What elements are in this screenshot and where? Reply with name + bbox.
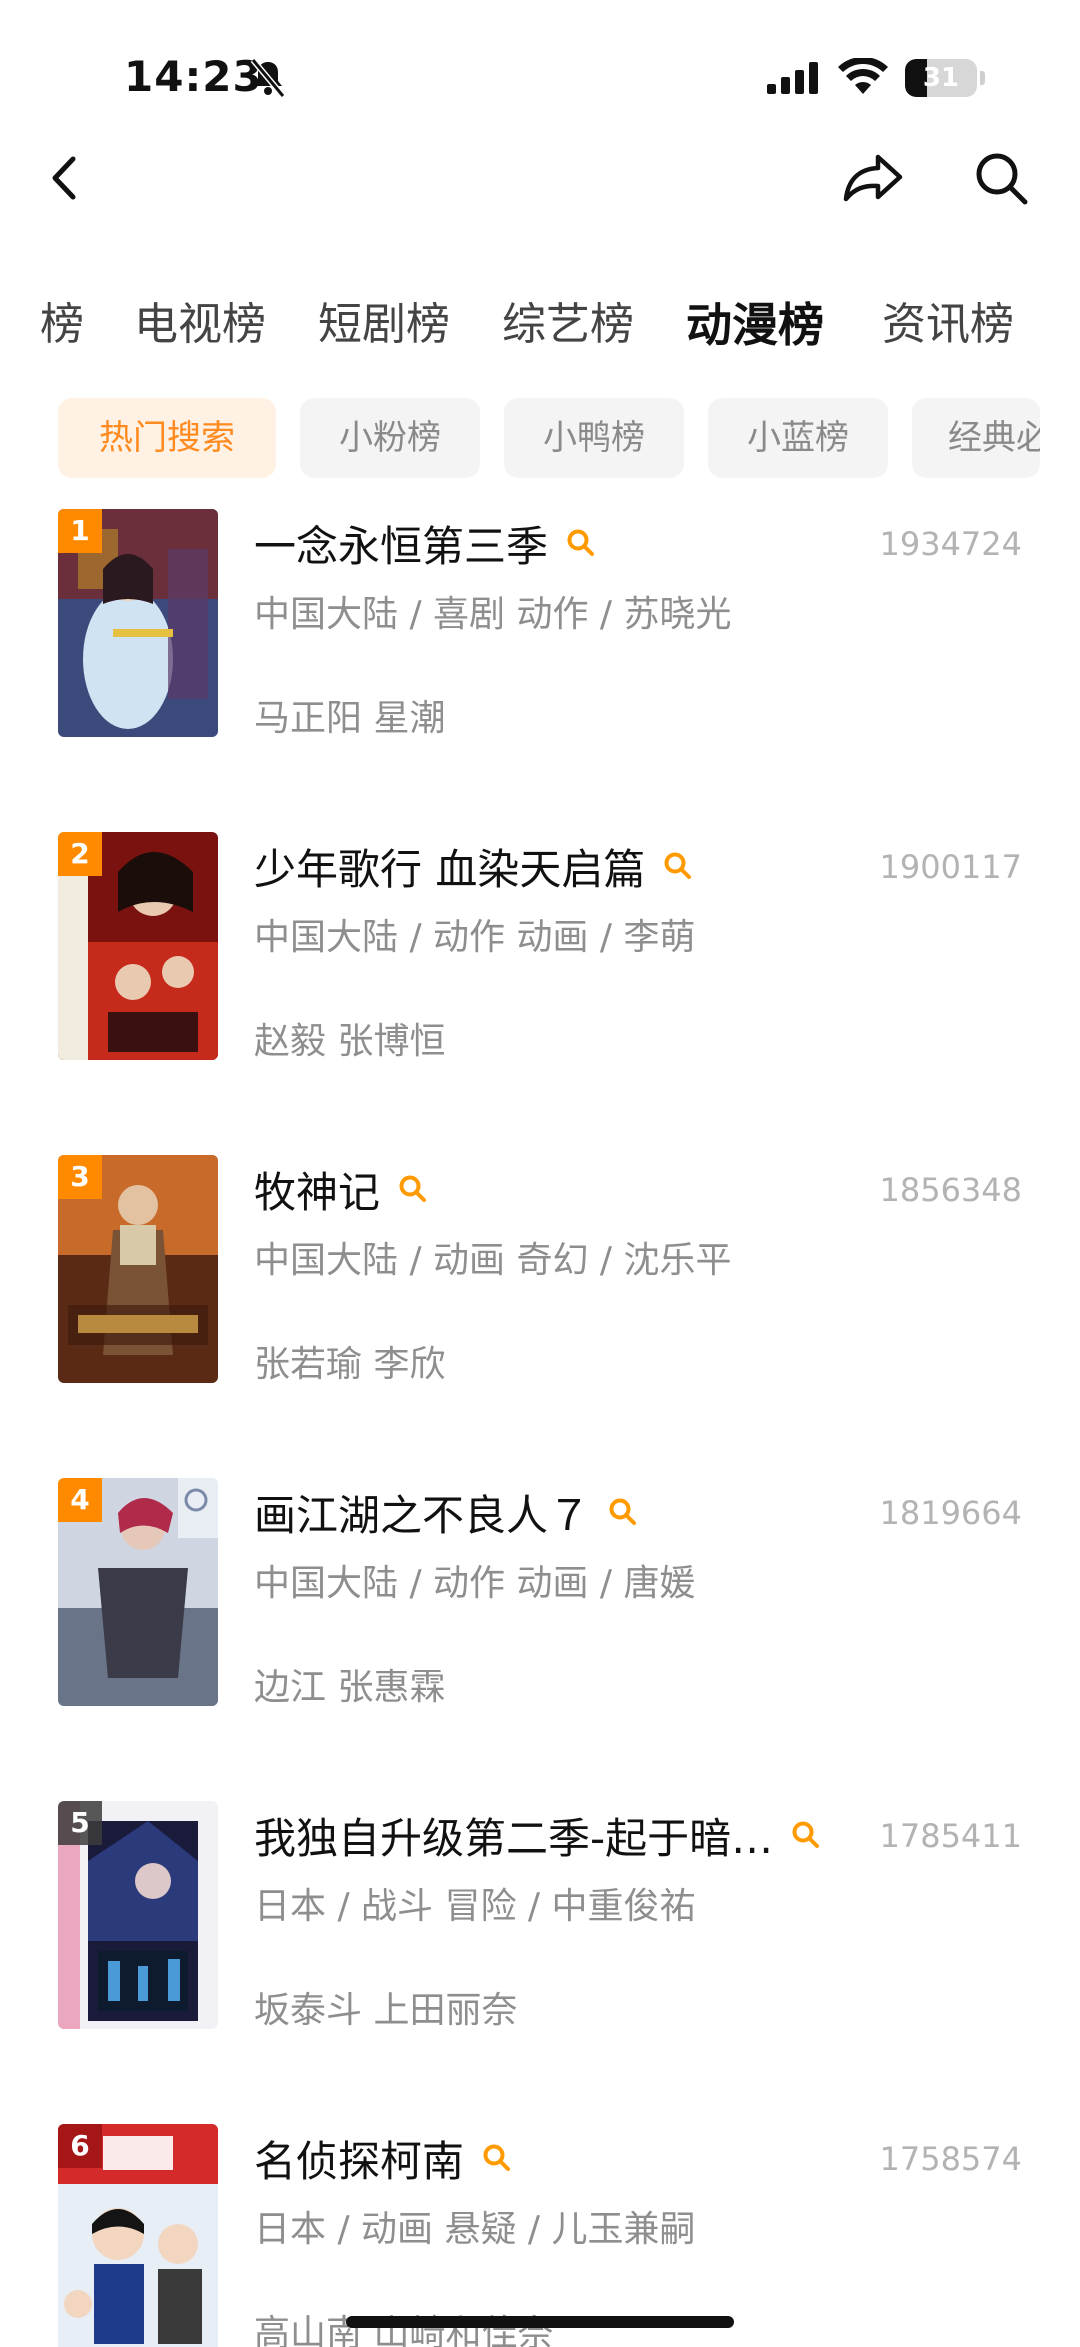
category-tabs: 榜 电视榜 短剧榜 综艺榜 动漫榜 资讯榜 [0,290,1080,360]
item-meta: 中国大陆 / 动作 动画 / 唐媛 [254,1563,696,1604]
battery-level: 31 [922,63,960,93]
rank-badge: 1 [58,509,102,553]
search-icon[interactable] [566,528,596,558]
item-meta: 中国大陆 / 动作 动画 / 李萌 [254,917,696,958]
tab-short-drama[interactable]: 短剧榜 [318,290,450,360]
title-row: 牧神记 [254,1159,854,1219]
wifi-icon [838,58,888,94]
search-count: 1819664 [879,1494,1022,1532]
battery-body: 31 [905,59,977,97]
item-cast: 马正阳 星潮 [254,698,446,739]
item-title: 画江湖之不良人７ [254,1490,591,1540]
chip-xiaoya[interactable]: 小鸭榜 [504,398,684,478]
title-row: 我独自升级第二季-起于暗… [254,1805,854,1865]
share-button[interactable] [838,143,908,213]
home-indicator[interactable] [346,2316,734,2328]
rank-badge: 6 [58,2124,102,2168]
screen: 14:23 31 榜 电视榜 短剧榜 综艺榜 动漫榜 资讯榜 热门搜索 小粉榜 … [0,0,1080,2347]
poster-image: 6 [58,2124,218,2347]
item-meta: 中国大陆 / 喜剧 动作 / 苏晓光 [254,594,732,635]
search-icon[interactable] [398,1174,428,1204]
item-title: 牧神记 [254,1167,381,1217]
search-icon[interactable] [608,1497,638,1527]
search-icon [976,153,1028,205]
item-cast: 张若瑜 李欣 [254,1344,446,1385]
poster-image: 2 [58,832,218,1060]
list-item[interactable]: 1 一念永恒第三季 1934724 中国大陆 / 喜剧 动作 / 苏晓光 马正阳… [0,505,1080,795]
poster-image: 4 [58,1478,218,1706]
chip-hot-search[interactable]: 热门搜索 [58,398,276,478]
status-time: 14:23 [124,52,263,101]
tab-news[interactable]: 资讯榜 [882,290,1014,360]
search-count: 1934724 [879,525,1022,563]
share-arrow-icon [843,154,903,202]
rank-badge: 5 [58,1801,102,1845]
item-title: 一念永恒第三季 [254,521,549,571]
title-row: 一念永恒第三季 [254,513,854,573]
list-item[interactable]: 6 名侦探柯南 1758574 日本 / 动画 悬疑 / 儿玉兼嗣 高山南 山崎… [0,2120,1080,2347]
back-button[interactable] [30,143,100,213]
tab-anime[interactable]: 动漫榜 [686,290,824,360]
title-row: 名侦探柯南 [254,2128,854,2188]
list-item[interactable]: 5 我独自升级第二季-起于暗… 1785411 日本 / 战斗 冒险 / 中重俊… [0,1797,1080,2087]
item-cast: 赵毅 张博恒 [254,1021,446,1062]
search-icon[interactable] [791,1820,821,1850]
poster-image: 3 [58,1155,218,1383]
search-icon[interactable] [482,2143,512,2173]
sub-ranking-chips: 热门搜索 小粉榜 小鸭榜 小蓝榜 经典必 [0,398,1040,480]
rank-badge: 2 [58,832,102,876]
rank-badge: 3 [58,1155,102,1199]
cellular-signal-icon [767,62,818,94]
poster-image: 5 [58,1801,218,2029]
tab-partial[interactable]: 榜 [40,290,84,360]
title-row: 少年歌行 血染天启篇 [254,836,854,896]
poster-image: 1 [58,509,218,737]
list-item[interactable]: 2 少年歌行 血染天启篇 1900117 中国大陆 / 动作 动画 / 李萌 赵… [0,828,1080,1118]
tab-tv[interactable]: 电视榜 [134,290,266,360]
search-count: 1900117 [879,848,1022,886]
item-meta: 中国大陆 / 动画 奇幻 / 沈乐平 [254,1240,732,1281]
tab-variety[interactable]: 综艺榜 [502,290,634,360]
item-title: 少年歌行 血染天启篇 [254,844,646,894]
bell-slash-icon [250,58,286,98]
item-title: 名侦探柯南 [254,2136,465,2186]
chip-classic[interactable]: 经典必 [912,398,1040,478]
item-meta: 日本 / 动画 悬疑 / 儿玉兼嗣 [254,2209,696,2250]
title-row: 画江湖之不良人７ [254,1482,854,1542]
list-item[interactable]: 3 牧神记 1856348 中国大陆 / 动画 奇幻 / 沈乐平 张若瑜 李欣 [0,1151,1080,1441]
search-count: 1785411 [879,1817,1022,1855]
search-icon[interactable] [663,851,693,881]
search-button[interactable] [966,143,1036,213]
battery-icon: 31 [905,59,985,97]
list-item[interactable]: 4 画江湖之不良人７ 1819664 中国大陆 / 动作 动画 / 唐媛 边江 … [0,1474,1080,1764]
chevron-left-icon [52,156,76,200]
chip-xiaofen[interactable]: 小粉榜 [300,398,480,478]
battery-cap [980,71,985,85]
search-count: 1856348 [879,1171,1022,1209]
search-count: 1758574 [879,2140,1022,2178]
item-cast: 坂泰斗 上田丽奈 [254,1990,518,2031]
item-meta: 日本 / 战斗 冒险 / 中重俊祐 [254,1886,696,1927]
rank-badge: 4 [58,1478,102,1522]
status-bar: 14:23 31 [0,0,1080,150]
item-cast: 边江 张惠霖 [254,1667,446,1708]
chip-xiaolan[interactable]: 小蓝榜 [708,398,888,478]
item-title: 我独自升级第二季-起于暗… [254,1813,774,1863]
